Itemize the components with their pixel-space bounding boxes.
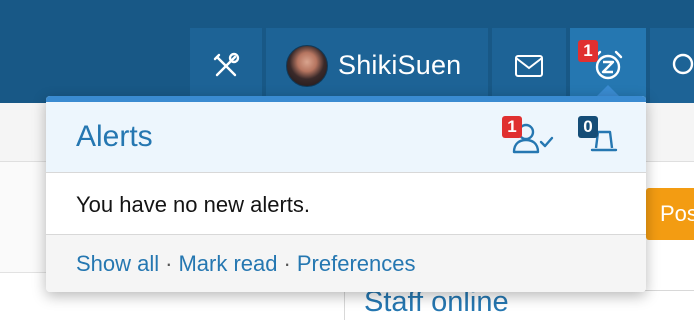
avatar <box>286 44 328 87</box>
footer-separator: · <box>283 250 291 276</box>
alerts-count-badge: 1 <box>578 40 598 62</box>
show-all-link[interactable]: Show all <box>76 251 159 277</box>
tools-icon <box>213 52 240 76</box>
alerts-menu-title[interactable]: Alerts <box>76 120 153 154</box>
search-tab[interactable] <box>650 28 694 103</box>
followers-count-badge: 1 <box>502 116 522 138</box>
user-account-tab[interactable]: ShikiSuen <box>266 28 488 103</box>
post-thread-label: Pos <box>660 201 694 226</box>
tools-tab[interactable] <box>190 28 262 103</box>
mark-read-link[interactable]: Mark read <box>178 251 277 277</box>
post-thread-button[interactable]: Pos <box>646 188 694 240</box>
reactions-count-badge: 0 <box>578 116 598 138</box>
footer-separator: · <box>165 250 173 276</box>
alerts-menu-footer: Show all · Mark read · Preferences <box>46 234 646 292</box>
top-navbar: ShikiSuen 1 <box>0 0 694 103</box>
alerts-empty-message: You have no new alerts. <box>76 192 311 217</box>
username: ShikiSuen <box>338 50 462 80</box>
preferences-link[interactable]: Preferences <box>297 251 416 277</box>
page: ShikiSuen 1 Pos Staff online Alerts 1 0 … <box>0 0 694 320</box>
search-icon <box>672 53 694 74</box>
envelope-icon <box>515 54 543 77</box>
followers-filter-button[interactable]: 1 <box>502 116 556 158</box>
alerts-menu-header: Alerts 1 0 <box>46 102 646 173</box>
inbox-tab[interactable] <box>492 28 566 103</box>
alerts-menu: Alerts 1 0 You have no new alerts. Show … <box>46 96 646 292</box>
reactions-filter-button[interactable]: 0 <box>578 116 624 158</box>
